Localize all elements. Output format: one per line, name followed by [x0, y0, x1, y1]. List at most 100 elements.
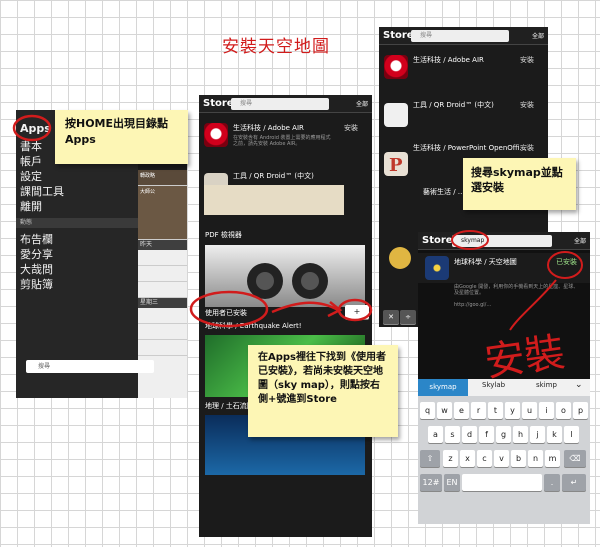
key-12#[interactable]: 12# [420, 474, 442, 491]
key-h[interactable]: h [513, 426, 528, 443]
earthquake-app-name[interactable]: 地球科學 / Earthquake Alert! [205, 321, 302, 331]
shift-key-icon[interactable]: ⇧ [420, 450, 440, 467]
page-title: 安裝天空地圖 [222, 37, 330, 57]
result-link[interactable]: http://goo.gl/… [454, 302, 579, 308]
install-button[interactable]: 安裝 [344, 123, 358, 133]
app-name: 生活科技 / Adobe AIR [413, 56, 484, 64]
feed-item[interactable] [138, 266, 187, 282]
install-button[interactable]: 安裝 [520, 143, 534, 153]
chevron-down-icon[interactable]: ⌄ [575, 380, 583, 390]
backspace-key-icon[interactable]: ⌫ [564, 450, 586, 467]
divide-icon[interactable]: ÷ [400, 310, 416, 324]
space-key[interactable] [462, 474, 542, 491]
key-v[interactable]: v [494, 450, 509, 467]
install-button[interactable]: 安裝 [520, 100, 534, 110]
app-name: 工具 / QR Droid™ (中文) [233, 172, 314, 180]
feed-item[interactable]: 大師公 [138, 186, 187, 240]
key-t[interactable]: t [488, 402, 503, 419]
store-header: Store 搜尋 全部 [199, 95, 372, 113]
menu-item-board[interactable]: 布告欄 [20, 231, 53, 247]
key-o[interactable]: o [556, 402, 571, 419]
key-EN[interactable]: EN [444, 474, 460, 491]
key-f[interactable]: f [479, 426, 494, 443]
key-b[interactable]: b [511, 450, 526, 467]
qr-droid-icon [384, 103, 408, 127]
menu-item-questions[interactable]: 大哉問 [20, 261, 53, 277]
key-e[interactable]: e [454, 402, 469, 419]
store-search-input[interactable]: 搜尋 [411, 30, 509, 42]
menu-item-share[interactable]: 愛分享 [20, 246, 53, 262]
app-name: 工具 / QR Droid™ (中文) [413, 101, 494, 109]
search-result-row[interactable]: 地球科學 / 天空地圖 已安裝 [418, 253, 590, 283]
key-g[interactable]: g [496, 426, 511, 443]
key-y[interactable]: y [505, 402, 520, 419]
menu-item-account[interactable]: 帳戶 [20, 153, 42, 169]
key-z[interactable]: z [443, 450, 458, 467]
key-p[interactable]: p [573, 402, 588, 419]
store-search-input[interactable]: 搜尋 [231, 98, 329, 110]
key-n[interactable]: n [528, 450, 543, 467]
key-c[interactable]: c [477, 450, 492, 467]
app-name: 生活科技 / Adobe AIR [233, 124, 304, 132]
keyboard: q w e r t y u i o p a s d f g h j k l ⇧ z x c v b n m ⌫ 12# EN. ↵ [418, 396, 590, 524]
satellite-icon [389, 247, 411, 269]
store-title: Store [203, 98, 234, 109]
feed-item[interactable] [138, 324, 187, 340]
filter-dropdown[interactable]: 全部 [532, 31, 544, 40]
feed-item[interactable] [138, 308, 187, 324]
key-d[interactable]: d [462, 426, 477, 443]
menu-item-settings[interactable]: 設定 [20, 168, 42, 184]
key-a[interactable]: a [428, 426, 443, 443]
key-u[interactable]: u [522, 402, 537, 419]
menu-item-clipboard[interactable]: 剪貼簿 [20, 276, 53, 292]
key-q[interactable]: q [420, 402, 435, 419]
letter-p-icon: P [389, 155, 403, 176]
feed-header: 星期三 [138, 298, 187, 308]
close-icon[interactable]: ✕ [383, 310, 399, 324]
feed-item[interactable] [138, 250, 187, 266]
powerpoint-icon: P [384, 152, 408, 176]
store-title: Store [383, 30, 414, 41]
menu-item-books[interactable]: 書本 [20, 138, 42, 154]
add-plus-button[interactable]: + [345, 305, 369, 319]
suggestion-item[interactable]: Skylab [482, 381, 505, 389]
installed-badge: 已安裝 [556, 258, 577, 266]
feed-header: 昨天 [138, 240, 187, 250]
key-k[interactable]: k [547, 426, 562, 443]
search-phone: Store skymap 全部 地球科學 / 天空地圖 已安裝 由Google … [418, 232, 590, 524]
newspaper-thumbnail [204, 185, 344, 215]
menu-item-class-tools[interactable]: 課間工具 [20, 183, 64, 199]
binoculars-thumbnail [205, 245, 365, 307]
store-header: Store skymap 全部 [418, 232, 590, 250]
pdf-viewer-header: PDF 檢視器 [205, 231, 242, 239]
key-x[interactable]: x [460, 450, 475, 467]
store-title: Store [422, 235, 453, 246]
key-m[interactable]: m [545, 450, 560, 467]
filter-dropdown[interactable]: 全部 [356, 99, 368, 108]
filter-dropdown[interactable]: 全部 [574, 236, 586, 245]
section-header-activity: 動態 [16, 218, 138, 228]
key-j[interactable]: j [530, 426, 545, 443]
menu-item-leave[interactable]: 離開 [20, 198, 42, 214]
result-description: 由Google 開發，利用你的手機看到天上的星座、星球、及星體位置。 [454, 284, 579, 296]
key-i[interactable]: i [539, 402, 554, 419]
key-s[interactable]: s [445, 426, 460, 443]
key-↵[interactable]: ↵ [562, 474, 586, 491]
key-.[interactable]: . [544, 474, 560, 491]
key-w[interactable]: w [437, 402, 452, 419]
store-search-input[interactable]: skymap [452, 235, 552, 247]
user-installed-header: 使用者已安裝 [205, 309, 247, 317]
key-r[interactable]: r [471, 402, 486, 419]
feed-item[interactable] [138, 340, 187, 356]
suggestion-bar: skymap Skylab skimp ⌄ [418, 379, 590, 396]
menu-item-apps[interactable]: Apps [20, 122, 51, 135]
binoculars-icon [247, 263, 328, 299]
instruction-note-1: 按HOME出現目錄點Apps [55, 110, 188, 164]
key-l[interactable]: l [564, 426, 579, 443]
feed-item[interactable] [138, 282, 187, 298]
feed-item[interactable]: 轉政略 [138, 170, 187, 186]
suggestion-item[interactable]: skymap [418, 379, 468, 396]
drawer-search-input[interactable]: 搜尋 [26, 360, 154, 373]
install-button[interactable]: 安裝 [520, 55, 534, 65]
suggestion-item[interactable]: skimp [536, 381, 557, 389]
